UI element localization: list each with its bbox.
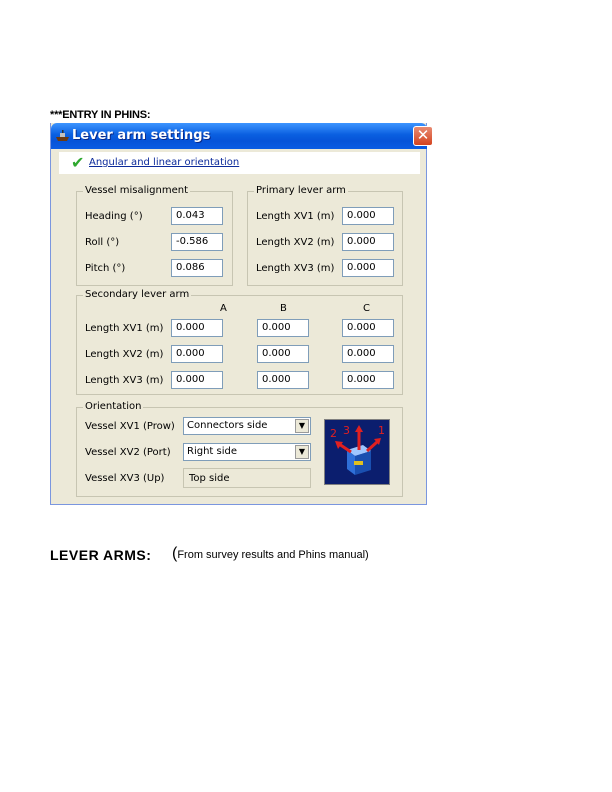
roll-label: Roll (°) — [85, 237, 120, 248]
xv1-prow-label: Vessel XV1 (Prow) — [85, 421, 175, 432]
orientation-preview-image: 2 3 1 — [324, 419, 390, 485]
heading-label: Heading (°) — [85, 211, 143, 222]
axis-digit: 3 — [343, 424, 350, 437]
tab-angular-linear-orientation[interactable]: Angular and linear orientation — [89, 157, 239, 168]
xv1-prow-select[interactable]: Connectors side ▼ — [183, 417, 311, 435]
entry-heading: ***ENTRY IN PHINS: — [50, 109, 151, 121]
secondary-xv3-c-input[interactable]: 0.000 — [342, 371, 394, 389]
select-value: Right side — [187, 446, 237, 457]
dropdown-arrow-icon[interactable]: ▼ — [295, 419, 309, 433]
column-b-header: B — [280, 303, 287, 314]
dropdown-arrow-icon[interactable]: ▼ — [295, 445, 309, 459]
heading-input[interactable]: 0.043 — [171, 207, 223, 225]
lever-arms-heading: LEVER ARMS: — [50, 547, 152, 563]
pitch-label: Pitch (°) — [85, 263, 126, 274]
group-title: Secondary lever arm — [83, 289, 192, 300]
axis-digit: 2 — [330, 427, 337, 440]
checkmark-icon: ✔ — [71, 153, 85, 172]
tab-strip: ✔ Angular and linear orientation — [59, 152, 420, 174]
secondary-xv3-a-input[interactable]: 0.000 — [171, 371, 223, 389]
xv3-up-field: Top side — [183, 468, 311, 488]
secondary-xv1-label: Length XV1 (m) — [85, 323, 164, 334]
roll-input[interactable]: -0.586 — [171, 233, 223, 251]
ship-icon — [56, 130, 69, 141]
primary-xv2-input[interactable]: 0.000 — [342, 233, 394, 251]
xv3-up-label: Vessel XV3 (Up) — [85, 473, 165, 484]
group-title: Primary lever arm — [254, 185, 348, 196]
primary-xv2-label: Length XV2 (m) — [256, 237, 335, 248]
column-a-header: A — [220, 303, 227, 314]
secondary-xv3-label: Length XV3 (m) — [85, 375, 164, 386]
orientation-cube-icon: 2 3 1 — [330, 424, 385, 475]
xv2-port-select[interactable]: Right side ▼ — [183, 443, 311, 461]
secondary-xv3-b-input[interactable]: 0.000 — [257, 371, 309, 389]
window-title: Lever arm settings — [72, 128, 211, 143]
primary-xv1-input[interactable]: 0.000 — [342, 207, 394, 225]
group-title: Orientation — [83, 401, 144, 412]
secondary-xv1-c-input[interactable]: 0.000 — [342, 319, 394, 337]
lever-arms-note: (From survey results and Phins manual) — [172, 545, 369, 563]
secondary-xv2-b-input[interactable]: 0.000 — [257, 345, 309, 363]
secondary-xv2-a-input[interactable]: 0.000 — [171, 345, 223, 363]
secondary-xv1-b-input[interactable]: 0.000 — [257, 319, 309, 337]
secondary-xv1-a-input[interactable]: 0.000 — [171, 319, 223, 337]
title-bar[interactable]: Lever arm settings ✕ — [51, 123, 433, 149]
select-value: Connectors side — [187, 420, 268, 431]
pitch-input[interactable]: 0.086 — [171, 259, 223, 277]
group-title: Vessel misalignment — [83, 185, 190, 196]
primary-xv1-label: Length XV1 (m) — [256, 211, 335, 222]
primary-xv3-label: Length XV3 (m) — [256, 263, 335, 274]
close-button[interactable]: ✕ — [413, 126, 433, 146]
secondary-xv2-label: Length XV2 (m) — [85, 349, 164, 360]
xv2-port-label: Vessel XV2 (Port) — [85, 447, 171, 458]
column-c-header: C — [363, 303, 370, 314]
lever-arm-settings-dialog: Lever arm settings ✕ ✔ Angular and linea… — [50, 123, 433, 505]
primary-xv3-input[interactable]: 0.000 — [342, 259, 394, 277]
note-text: From survey results and Phins manual) — [177, 549, 369, 561]
axis-digit: 1 — [378, 424, 385, 437]
secondary-xv2-c-input[interactable]: 0.000 — [342, 345, 394, 363]
